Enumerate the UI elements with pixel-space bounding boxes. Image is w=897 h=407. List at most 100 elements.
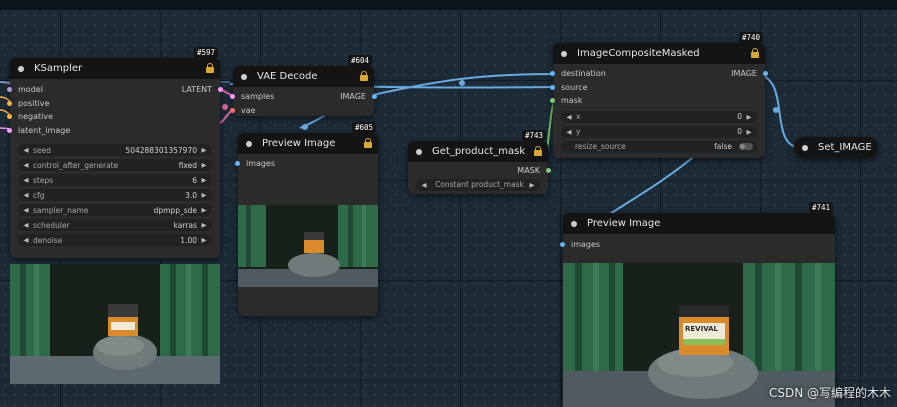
- decrement-icon[interactable]: ◀: [565, 113, 573, 121]
- input-images[interactable]: images: [560, 238, 835, 252]
- node-header[interactable]: ImageCompositeMasked: [553, 43, 765, 64]
- lock-icon[interactable]: [751, 48, 759, 58]
- slot-label: images: [571, 240, 601, 249]
- slot-label: negative: [18, 112, 53, 121]
- vae-decode-node[interactable]: #604 VAE Decode samples IMAGE vae: [230, 55, 377, 118]
- widget-constant[interactable]: ◀ Constant product_mask ▶: [416, 178, 540, 191]
- input-latent-image[interactable]: latent_image: [7, 124, 220, 138]
- widget-value: 0: [737, 112, 742, 121]
- increment-icon[interactable]: ▶: [200, 161, 208, 169]
- increment-icon[interactable]: ▶: [200, 146, 208, 154]
- increment-icon[interactable]: ▶: [745, 128, 753, 136]
- increment-icon[interactable]: ▶: [200, 206, 208, 214]
- node-title: KSampler: [34, 63, 83, 74]
- watermark: CSDN @写编程的木木: [768, 386, 891, 400]
- node-header[interactable]: KSampler: [10, 58, 220, 79]
- node-header[interactable]: Preview Image: [563, 213, 835, 234]
- widget-name: Constant product_mask: [435, 180, 524, 189]
- output-mask[interactable]: MASK: [408, 164, 551, 178]
- widget-name: cfg: [33, 190, 45, 200]
- increment-icon[interactable]: ▶: [200, 236, 208, 244]
- collapse-dot-icon[interactable]: [416, 148, 422, 155]
- collapse-dot-icon[interactable]: [571, 220, 577, 227]
- decrement-icon[interactable]: ◀: [22, 221, 30, 229]
- collapse-dot-icon[interactable]: [241, 73, 247, 80]
- set-image-node[interactable]: Set_IMAGE: [794, 137, 878, 158]
- decrement-icon[interactable]: ◀: [565, 128, 573, 136]
- input-model[interactable]: model LATENT: [7, 83, 223, 97]
- collapse-dot-icon[interactable]: [246, 140, 252, 147]
- widget-name: resize_source: [575, 142, 626, 151]
- widget-steps[interactable]: ◀ steps 6 ▶: [18, 174, 212, 186]
- widget-denoise[interactable]: ◀ denoise 1.00 ▶: [18, 234, 212, 246]
- widget-name: sampler_name: [33, 205, 89, 215]
- output-label: MASK: [517, 166, 540, 175]
- preview-image-node-741[interactable]: #741 Preview Image images REVIVAL: [560, 202, 835, 407]
- input-mask[interactable]: mask: [550, 94, 765, 108]
- slot-label: vae: [241, 105, 256, 115]
- widget-value: 0: [737, 127, 742, 136]
- decrement-icon[interactable]: ◀: [22, 191, 30, 199]
- widget-y[interactable]: ◀ y 0 ▶: [561, 125, 757, 138]
- node-id-badge: #597: [193, 47, 218, 58]
- widget-resize-source[interactable]: resize_source false: [561, 140, 757, 153]
- node-header[interactable]: Get_product_mask: [408, 141, 548, 162]
- node-id-badge: #743: [521, 130, 546, 141]
- decrement-icon[interactable]: ◀: [420, 181, 428, 189]
- node-title: Set_IMAGE: [818, 142, 872, 153]
- decrement-icon[interactable]: ◀: [22, 206, 30, 214]
- node-id-badge: #605: [351, 122, 376, 133]
- widget-cfg[interactable]: ◀ cfg 3.0 ▶: [18, 189, 212, 201]
- jar-label-text: REVIVAL: [685, 325, 719, 333]
- slot-label: samples: [241, 92, 275, 101]
- collapse-dot-icon[interactable]: [18, 65, 24, 72]
- lock-icon[interactable]: [534, 146, 542, 156]
- widget-seed[interactable]: ◀ seed 504288301357970 ▶: [18, 144, 212, 156]
- lock-icon[interactable]: [360, 71, 368, 81]
- decrement-icon[interactable]: ◀: [22, 236, 30, 244]
- increment-icon[interactable]: ▶: [200, 191, 208, 199]
- lock-icon[interactable]: [364, 138, 372, 148]
- toggle-icon[interactable]: [739, 143, 753, 150]
- preview-image-node-605[interactable]: #605 Preview Image images: [235, 122, 378, 316]
- node-header[interactable]: Set_IMAGE: [794, 137, 878, 158]
- widget-name: steps: [33, 175, 54, 185]
- lock-icon[interactable]: [206, 63, 214, 73]
- ksampler-node[interactable]: #597 KSampler model LATENT positive nega…: [7, 47, 223, 258]
- widget-value: dpmpp_sde: [153, 205, 197, 215]
- node-id-badge: #604: [347, 55, 372, 66]
- image-composite-masked-node[interactable]: #740 ImageCompositeMasked destination IM…: [550, 32, 768, 158]
- input-source[interactable]: source: [550, 81, 765, 95]
- top-menu-bar: [0, 0, 897, 10]
- collapse-dot-icon[interactable]: [802, 144, 808, 151]
- slot-label: positive: [18, 98, 50, 108]
- widget-x[interactable]: ◀ x 0 ▶: [561, 110, 757, 123]
- widget-sampler-name[interactable]: ◀ sampler_name dpmpp_sde ▶: [18, 204, 212, 216]
- input-vae[interactable]: vae: [230, 104, 374, 118]
- input-destination[interactable]: destination IMAGE: [550, 67, 768, 81]
- decrement-icon[interactable]: ◀: [22, 176, 30, 184]
- output-label: IMAGE: [340, 92, 366, 101]
- widget-value: 3.0: [185, 190, 197, 200]
- input-negative[interactable]: negative: [7, 110, 220, 124]
- node-title: VAE Decode: [257, 71, 318, 82]
- collapse-dot-icon[interactable]: [561, 50, 567, 57]
- output-label: IMAGE: [731, 69, 757, 78]
- increment-icon[interactable]: ▶: [200, 221, 208, 229]
- node-header[interactable]: Preview Image: [238, 133, 378, 154]
- node-header[interactable]: VAE Decode: [233, 66, 374, 87]
- widget-control-after-generate[interactable]: ◀ control_after_generate fixed ▶: [18, 159, 212, 171]
- input-samples[interactable]: samples IMAGE: [230, 90, 377, 104]
- increment-icon[interactable]: ▶: [200, 176, 208, 184]
- input-images[interactable]: images: [235, 157, 378, 171]
- decrement-icon[interactable]: ◀: [22, 146, 30, 154]
- widget-name: denoise: [33, 235, 63, 245]
- decrement-icon[interactable]: ◀: [22, 161, 30, 169]
- widget-value: karras: [173, 220, 197, 230]
- increment-icon[interactable]: ▶: [528, 181, 536, 189]
- input-positive[interactable]: positive: [7, 97, 220, 111]
- widget-scheduler[interactable]: ◀ scheduler karras ▶: [18, 219, 212, 231]
- preview-605-image: [238, 205, 378, 287]
- increment-icon[interactable]: ▶: [745, 113, 753, 121]
- get-product-mask-node[interactable]: #743 Get_product_mask MASK ◀ Constant pro…: [408, 130, 551, 194]
